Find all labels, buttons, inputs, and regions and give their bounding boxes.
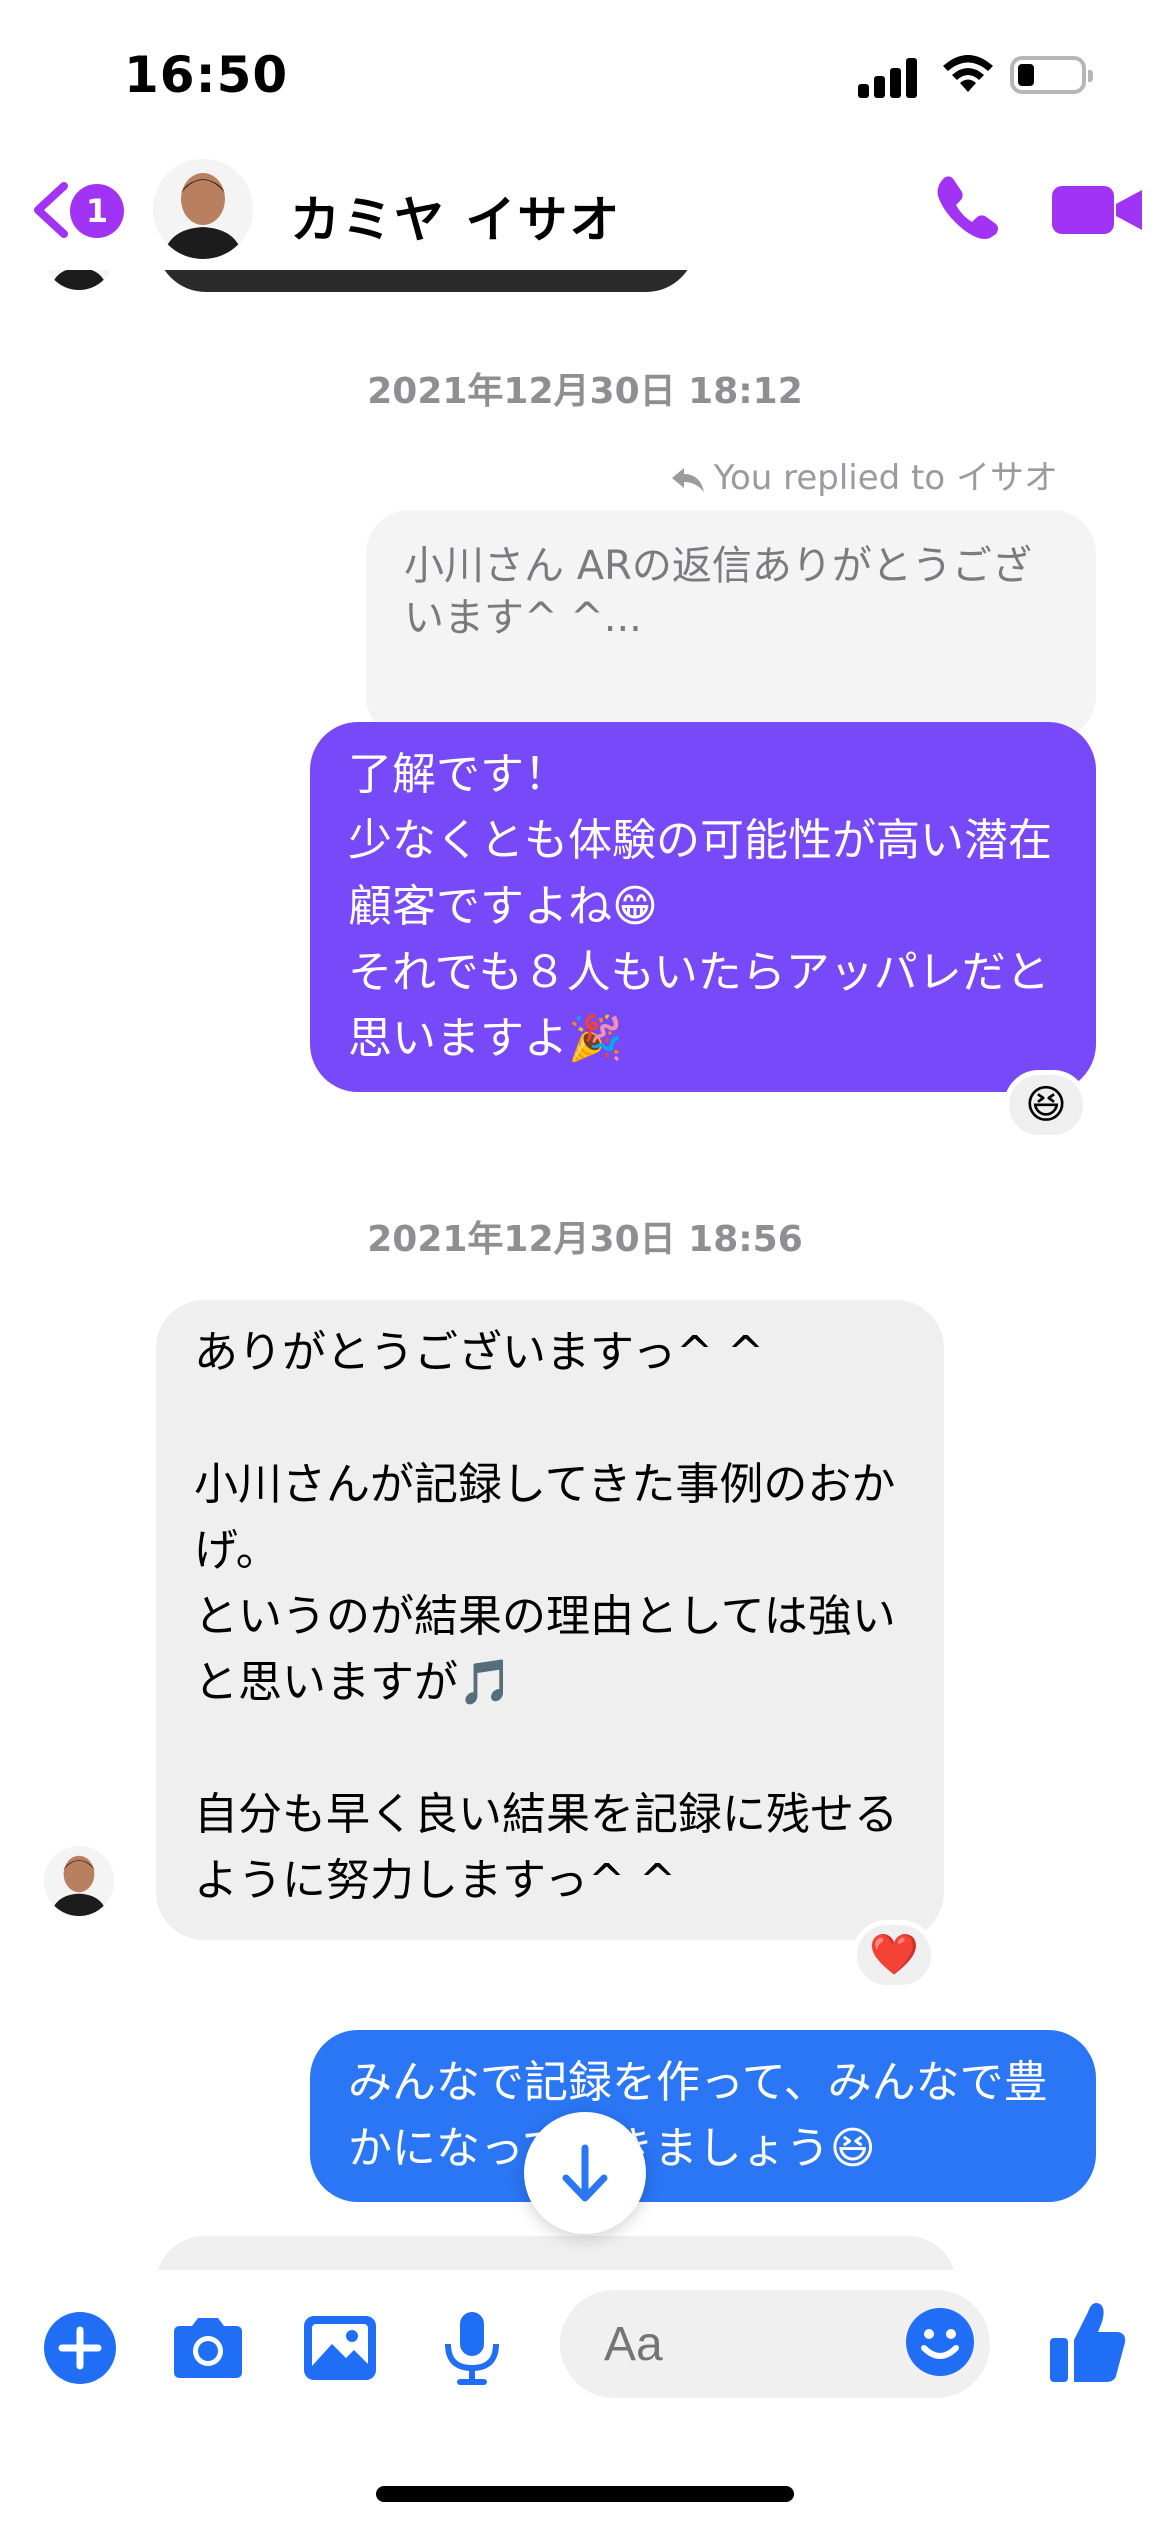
home-indicator bbox=[376, 2486, 794, 2502]
video-camera-icon[interactable] bbox=[1050, 174, 1144, 244]
reply-note: You replied to イサオ bbox=[670, 450, 1058, 499]
phone-icon[interactable] bbox=[930, 170, 1002, 242]
sender-avatar bbox=[44, 1846, 114, 1916]
chat-header: 1 カミヤ イサオ bbox=[0, 150, 1170, 270]
message-list[interactable]: 2021年12月30日 18:12 You replied to イサオ 小川さ… bbox=[0, 270, 1170, 2270]
unread-badge: 1 bbox=[70, 184, 124, 238]
message-bubble-incoming[interactable] bbox=[156, 2236, 956, 2270]
signal-icon bbox=[858, 58, 918, 98]
previous-message-bubble[interactable] bbox=[156, 270, 696, 292]
photo-gallery-icon[interactable] bbox=[300, 2308, 380, 2388]
camera-icon[interactable] bbox=[168, 2308, 248, 2388]
back-button[interactable]: 1 bbox=[22, 176, 132, 246]
plus-icon[interactable] bbox=[40, 2308, 120, 2388]
message-bubble-incoming[interactable]: ありがとうございますっ^ ^ 小川さんが記録してきた事例のおかげ。 というのが結… bbox=[156, 1300, 944, 1940]
message-bubble-outgoing[interactable]: みんなで記録を作って、みんなで豊かになっていきましょう😆 bbox=[310, 2030, 1096, 2202]
person-icon bbox=[44, 1846, 114, 1916]
timestamp: 2021年12月30日 18:12 bbox=[367, 371, 803, 412]
person-icon bbox=[153, 159, 253, 259]
scroll-to-bottom-button[interactable] bbox=[524, 2112, 646, 2234]
wifi-icon bbox=[943, 55, 993, 92]
quoted-message[interactable]: 小川さん ARの返信ありがとうございます^ ^... bbox=[366, 510, 1096, 740]
chevron-left-icon bbox=[34, 182, 68, 238]
emoji-icon[interactable] bbox=[904, 2306, 976, 2378]
contact-name[interactable]: カミヤ イサオ bbox=[290, 180, 621, 252]
battery-icon bbox=[1010, 56, 1093, 94]
message-composer bbox=[0, 2270, 1170, 2430]
microphone-icon[interactable] bbox=[432, 2308, 512, 2388]
arrow-down-icon bbox=[562, 2144, 608, 2202]
message-reaction[interactable]: 😆 bbox=[1004, 1070, 1088, 1140]
message-bubble-outgoing[interactable]: 了解です！ 少なくとも体験の可能性が高い潜在顧客ですよね😁 それでも８人もいたら… bbox=[310, 722, 1096, 1092]
sender-avatar bbox=[44, 270, 114, 290]
timestamp: 2021年12月30日 18:56 bbox=[367, 1219, 803, 1260]
thumbs-up-icon[interactable] bbox=[1048, 2296, 1128, 2386]
reply-note-text: You replied to イサオ bbox=[713, 458, 1058, 498]
status-time: 16:50 bbox=[124, 46, 289, 104]
message-reaction[interactable]: ❤️ bbox=[852, 1920, 936, 1990]
contact-avatar[interactable] bbox=[150, 156, 256, 262]
person-icon bbox=[44, 270, 114, 290]
status-bar: 16:50 bbox=[0, 0, 1170, 150]
reply-icon bbox=[671, 467, 704, 492]
